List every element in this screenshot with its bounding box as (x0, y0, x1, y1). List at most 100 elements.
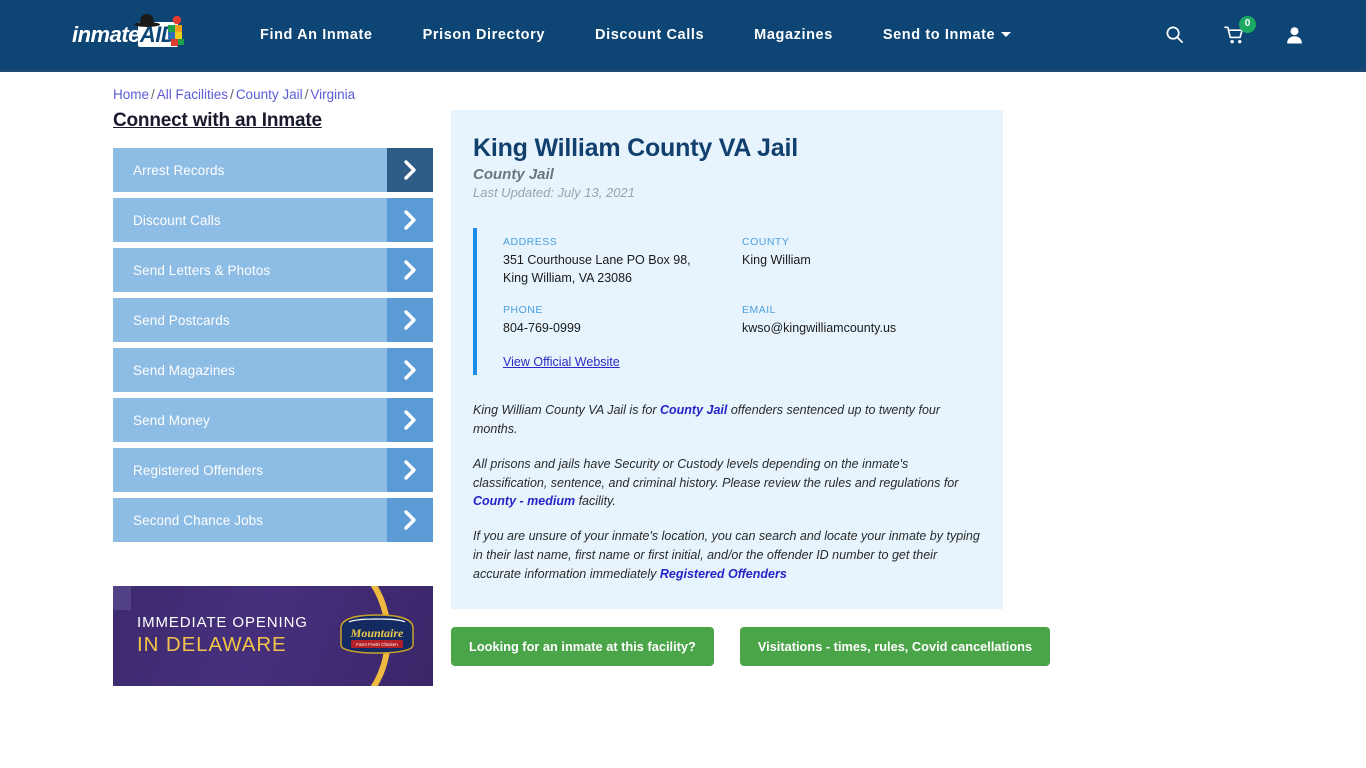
sidebar-item-second-chance-jobs[interactable]: Second Chance Jobs (113, 498, 433, 542)
advertisement-banner[interactable]: IMMEDIATE OPENING IN DELAWARE Mountaire … (113, 586, 433, 686)
link-county-medium[interactable]: County - medium (473, 494, 575, 508)
content-wrapper: Connect with an Inmate Arrest Records Di… (113, 110, 1366, 686)
sidebar-item-arrow (387, 348, 433, 392)
detail-county: COUNTY King William (742, 236, 981, 288)
facility-description: King William County VA Jail is for Count… (473, 401, 981, 583)
breadcrumb-item-home[interactable]: Home (113, 87, 149, 102)
sidebar-item-send-postcards[interactable]: Send Postcards (113, 298, 433, 342)
chevron-right-icon (403, 460, 416, 480)
chevron-right-icon (403, 310, 416, 330)
page-title: King William County VA Jail (473, 134, 798, 162)
account-button[interactable] (1285, 25, 1304, 45)
site-logo[interactable]: inmateAID (72, 13, 190, 55)
sidebar-item-arrow (387, 398, 433, 442)
cart-button[interactable]: 0 (1224, 15, 1256, 45)
sidebar-item-label: Discount Calls (133, 212, 221, 228)
sidebar-item-arrow (387, 148, 433, 192)
description-paragraph-1: King William County VA Jail is for Count… (473, 401, 981, 439)
sidebar-heading: Connect with an Inmate (113, 110, 322, 131)
nav-send-to-inmate[interactable]: Send to Inmate (883, 17, 1012, 53)
breadcrumb-separator: / (304, 87, 309, 102)
ad-headline-1: IMMEDIATE OPENING (137, 614, 308, 631)
chevron-right-icon (403, 410, 416, 430)
facility-card: King William County VA Jail County Jail … (451, 110, 1003, 610)
breadcrumb-item-county-jail[interactable]: County Jail (236, 87, 303, 102)
nav-label: Prison Directory (422, 26, 546, 43)
find-inmate-button[interactable]: Looking for an inmate at this facility? (451, 627, 714, 667)
desc-text: facility. (575, 494, 616, 509)
sidebar-item-arrow (387, 248, 433, 292)
sidebar-item-discount-calls[interactable]: Discount Calls (113, 198, 433, 242)
breadcrumb-item-virginia[interactable]: Virginia (310, 87, 355, 102)
detail-label: EMAIL (742, 303, 777, 316)
chevron-right-icon (403, 210, 416, 230)
detail-label: ADDRESS (503, 236, 558, 248)
main-content: King William County VA Jail County Jail … (451, 110, 1051, 686)
sidebar-item-send-magazines[interactable]: Send Magazines (113, 348, 433, 392)
view-official-website-link[interactable]: View Official Website (503, 355, 981, 369)
sidebar: Connect with an Inmate Arrest Records Di… (113, 110, 433, 686)
chevron-right-icon (403, 260, 416, 280)
svg-text:Farm Fresh Chicken: Farm Fresh Chicken (356, 642, 398, 647)
breadcrumb-item-all-facilities[interactable]: All Facilities (157, 87, 228, 102)
sidebar-item-registered-offenders[interactable]: Registered Offenders (113, 448, 433, 492)
navbar-icon-group: 0 (1165, 15, 1304, 45)
chevron-right-icon (403, 360, 416, 380)
sidebar-item-label: Send Money (133, 412, 210, 428)
facility-details: ADDRESS 351 Courthouse Lane PO Box 98, K… (473, 228, 981, 376)
breadcrumb: Home / All Facilities / County Jail / Virginia (113, 87, 1366, 102)
sidebar-item-label: Arrest Records (133, 162, 225, 178)
sidebar-item-arrow (387, 198, 433, 242)
breadcrumb-separator: / (230, 87, 234, 102)
chevron-right-icon (403, 510, 416, 530)
nav-label: Find An Inmate (260, 26, 373, 43)
detail-label: COUNTY (742, 236, 790, 248)
detail-phone: PHONE 804-769-0999 (503, 304, 742, 338)
detail-email: EMAIL kwso@kingwilliamcounty.us (742, 304, 981, 338)
main-nav-links: Find An Inmate Prison Directory Discount… (260, 17, 1012, 53)
sidebar-item-label: Second Chance Jobs (133, 512, 264, 528)
nav-label: Magazines (754, 26, 833, 43)
detail-value: 804-769-0999 (503, 320, 581, 335)
detail-value: kwso@kingwilliamcounty.us (742, 320, 897, 335)
detail-value: 351 Courthouse Lane PO Box 98, King Will… (503, 253, 691, 285)
sidebar-item-label: Send Postcards (133, 312, 230, 328)
mascot-icon (168, 15, 184, 46)
sidebar-item-label: Send Letters & Photos (133, 262, 271, 278)
sidebar-item-arrow (387, 448, 433, 492)
desc-text: All prisons and jails have Security or C… (473, 456, 959, 490)
sidebar-item-arrest-records[interactable]: Arrest Records (113, 148, 433, 192)
user-icon (1287, 26, 1302, 44)
sidebar-item-send-letters-photos[interactable]: Send Letters & Photos (113, 248, 433, 292)
nav-prison-directory[interactable]: Prison Directory (423, 17, 545, 53)
chevron-right-icon (403, 160, 416, 180)
desc-text: King William County VA Jail is for (473, 403, 660, 418)
sidebar-item-send-money[interactable]: Send Money (113, 398, 433, 442)
detail-address: ADDRESS 351 Courthouse Lane PO Box 98, K… (503, 236, 742, 288)
sidebar-item-label: Registered Offenders (133, 462, 264, 478)
ad-headline-2: IN DELAWARE (137, 633, 287, 657)
sidebar-item-label: Send Magazines (133, 362, 235, 378)
sidebar-item-arrow (387, 298, 433, 342)
facility-type: County Jail (473, 166, 554, 183)
ad-text-block: IMMEDIATE OPENING IN DELAWARE (137, 613, 308, 658)
breadcrumb-separator: / (151, 87, 155, 102)
description-paragraph-3: If you are unsure of your inmate's locat… (473, 527, 981, 583)
nav-label: Discount Calls (595, 26, 705, 43)
mountaire-logo-icon: Mountaire Farm Fresh Chicken (340, 614, 414, 654)
search-button[interactable] (1165, 25, 1184, 44)
link-county-jail[interactable]: County Jail (660, 403, 727, 417)
chevron-down-icon (1001, 32, 1012, 38)
ad-decor-square (113, 586, 131, 610)
detail-value: King William (742, 253, 811, 267)
cta-button-row: Looking for an inmate at this facility? … (451, 627, 1051, 667)
nav-find-an-inmate[interactable]: Find An Inmate (260, 17, 373, 53)
link-registered-offenders[interactable]: Registered Offenders (660, 567, 787, 581)
nav-discount-calls[interactable]: Discount Calls (595, 17, 704, 53)
description-paragraph-2: All prisons and jails have Security or C… (473, 455, 981, 511)
search-icon (1166, 26, 1183, 43)
top-navigation-bar: inmateAID Find An Inmate Prison Director… (0, 0, 1366, 72)
last-updated-text: Last Updated: July 13, 2021 (473, 185, 635, 200)
visitations-button[interactable]: Visitations - times, rules, Covid cancel… (739, 627, 1051, 667)
nav-magazines[interactable]: Magazines (754, 17, 833, 53)
